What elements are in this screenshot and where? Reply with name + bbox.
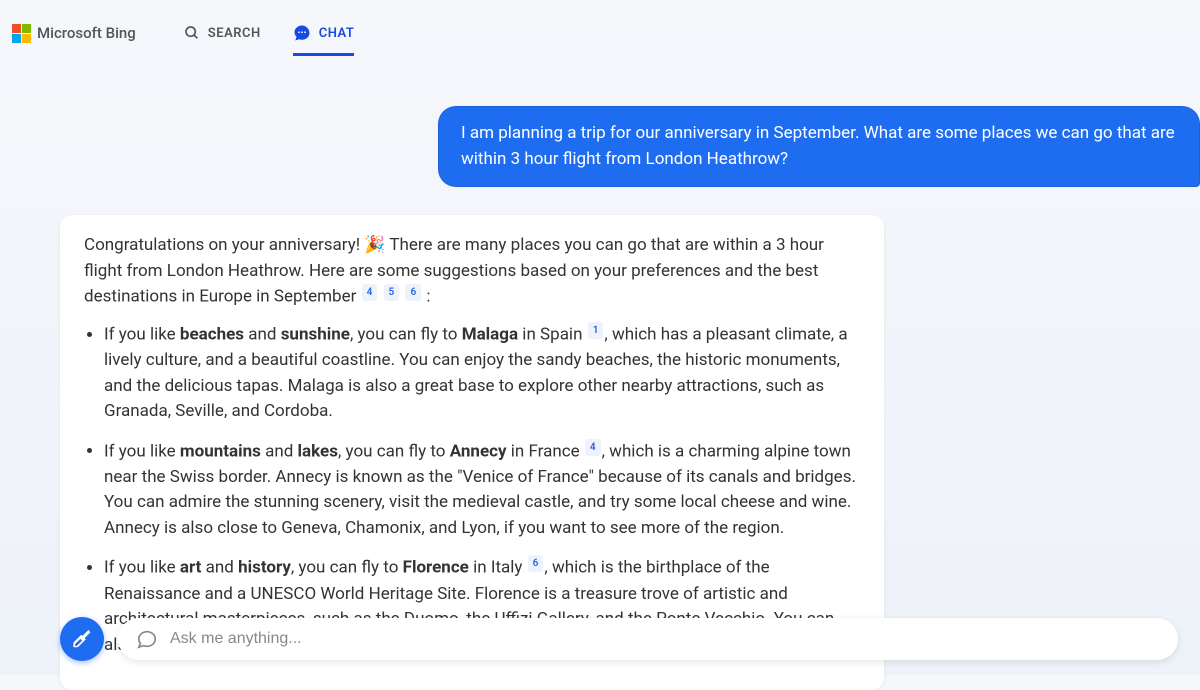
new-topic-button[interactable] (60, 617, 104, 661)
citation-link[interactable]: 6 (528, 555, 544, 572)
tab-search[interactable]: SEARCH (184, 16, 261, 50)
user-message: I am planning a trip for our anniversary… (438, 106, 1200, 187)
chat-input-container[interactable] (118, 618, 1178, 660)
chat-icon (293, 24, 311, 42)
citation-link[interactable]: 5 (384, 284, 400, 301)
header: Microsoft Bing SEARCH CHAT (0, 0, 1200, 66)
logo[interactable]: Microsoft Bing (12, 24, 136, 43)
list-item: If you like mountains and lakes, you can… (104, 439, 860, 542)
list-item: If you like beaches and sunshine, you ca… (104, 322, 860, 425)
chat-area: I am planning a trip for our anniversary… (0, 66, 1200, 690)
citation-link[interactable]: 1 (588, 322, 604, 339)
microsoft-logo-icon (12, 24, 31, 43)
suggestion-list: If you like beaches and sunshine, you ca… (104, 322, 860, 658)
citation-link[interactable]: 4 (585, 439, 601, 456)
tab-chat[interactable]: CHAT (293, 16, 355, 50)
citation-link[interactable]: 4 (362, 284, 378, 301)
chat-input[interactable] (170, 630, 1160, 648)
bot-intro: Congratulations on your anniversary! 🎉 T… (84, 233, 860, 310)
nav-tabs: SEARCH CHAT (184, 16, 355, 50)
search-icon (184, 25, 200, 41)
tab-search-label: SEARCH (208, 26, 261, 41)
broom-icon (71, 628, 93, 650)
logo-text: Microsoft Bing (37, 24, 136, 42)
tab-chat-label: CHAT (319, 26, 355, 41)
chat-bubble-icon (136, 628, 158, 650)
input-bar (60, 617, 1178, 661)
citation-link[interactable]: 6 (405, 284, 421, 301)
